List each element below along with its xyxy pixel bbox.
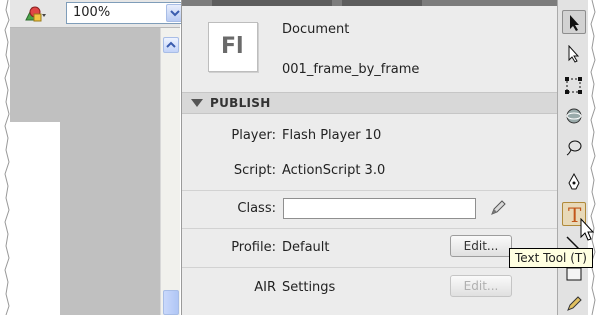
- scrollbar-thumb[interactable]: [163, 290, 179, 315]
- player-label: Player:: [231, 128, 276, 143]
- profile-row: Profile: Default Edit...: [182, 230, 558, 268]
- document-icon: Fl: [208, 22, 258, 72]
- air-row: AIR Settings Edit...: [182, 270, 558, 308]
- 3d-rotation-icon[interactable]: [562, 104, 586, 128]
- document-name: 001_frame_by_frame: [282, 62, 420, 77]
- stage-document[interactable]: [10, 122, 60, 315]
- zoom-value: 100%: [73, 5, 111, 20]
- class-row: Class:: [182, 191, 558, 229]
- air-label: AIR: [254, 280, 276, 295]
- class-input[interactable]: [283, 198, 476, 219]
- panel-tabs: [182, 0, 558, 6]
- document-type-label: Document: [282, 22, 350, 37]
- profile-edit-button[interactable]: Edit...: [450, 235, 512, 257]
- class-label: Class:: [237, 201, 276, 216]
- profile-label: Profile:: [231, 240, 276, 255]
- scroll-up-icon[interactable]: [163, 37, 179, 53]
- air-edit-button: Edit...: [450, 275, 512, 297]
- tab-library[interactable]: [342, 0, 422, 6]
- collapse-triangle-icon[interactable]: [191, 99, 203, 107]
- selection-icon[interactable]: [562, 10, 586, 34]
- subselection-icon[interactable]: [562, 42, 586, 66]
- pen-icon[interactable]: [562, 170, 586, 194]
- script-row: Script: ActionScript 3.0: [182, 153, 558, 191]
- pencil-tool-icon[interactable]: [562, 292, 586, 315]
- torn-edge-left: [0, 0, 10, 315]
- profile-value: Default: [282, 240, 330, 255]
- vertical-scrollbar[interactable]: [160, 28, 180, 315]
- pencil-icon[interactable]: [488, 198, 508, 218]
- air-value: Settings: [282, 280, 336, 295]
- publish-section-label: PUBLISH: [210, 96, 271, 110]
- free-transform-icon[interactable]: [562, 74, 586, 98]
- player-row: Player: Flash Player 10: [182, 118, 558, 156]
- mouse-cursor-icon: [580, 217, 596, 246]
- tab-properties[interactable]: [212, 0, 332, 6]
- script-label: Script:: [233, 163, 276, 178]
- player-value: Flash Player 10: [282, 128, 382, 143]
- edit-symbols-icon[interactable]: [22, 2, 48, 24]
- publish-section-header[interactable]: PUBLISH: [182, 92, 558, 114]
- properties-panel: Fl Document 001_frame_by_frame PUBLISH P…: [181, 0, 558, 315]
- script-value: ActionScript 3.0: [282, 163, 386, 178]
- zoom-select[interactable]: 100%: [66, 2, 186, 24]
- lasso-icon[interactable]: [562, 136, 586, 160]
- text-tool-tooltip: Text Tool (T): [509, 248, 593, 268]
- stage-toolbar: 100%: [10, 0, 186, 28]
